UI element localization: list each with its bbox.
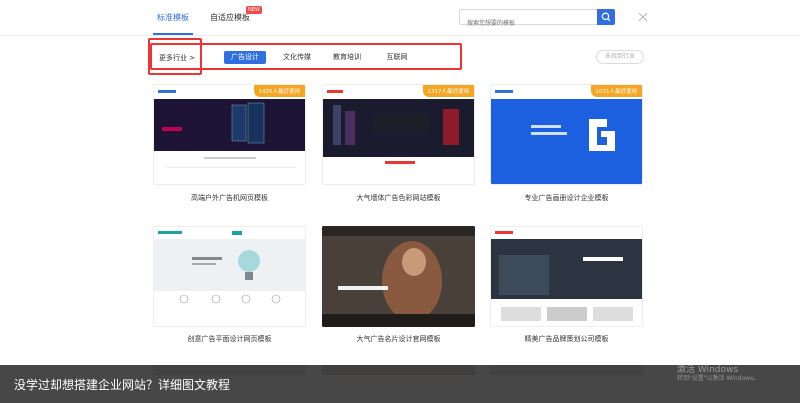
template-card[interactable] — [322, 226, 475, 327]
search-icon — [601, 12, 611, 22]
tab-standard[interactable]: 标准模板 — [157, 12, 189, 23]
chip-culture-media[interactable]: 文化传媒 — [277, 51, 317, 64]
search-input[interactable] — [460, 16, 597, 31]
card-caption[interactable]: 专业广告画册设计企业模板 — [490, 193, 643, 203]
unsorted-industry-button[interactable]: 未找到行业 — [596, 50, 644, 64]
template-card[interactable] — [153, 226, 306, 327]
template-thumbnail — [154, 85, 305, 184]
overlay-title: 没学过却想搭建企业网站？详细图文教程 — [14, 378, 231, 392]
template-card[interactable]: 1317人最近使用 — [322, 84, 475, 185]
close-icon — [638, 12, 648, 22]
usage-badge: 1425人最近使用 — [253, 85, 305, 97]
close-button[interactable] — [636, 9, 650, 23]
template-tabs: 标准模板 自适应模板 NEW — [0, 0, 800, 36]
activation-watermark-subtitle: 转到"设置"以激活 Windows。 — [677, 375, 760, 382]
chip-advertising-design[interactable]: 广告设计 — [224, 51, 266, 64]
chip-education[interactable]: 教育培训 — [326, 51, 368, 64]
template-thumbnail — [491, 227, 642, 326]
template-thumbnail — [322, 226, 475, 327]
chip-internet[interactable]: 互联网 — [378, 51, 416, 64]
search-button[interactable] — [597, 9, 615, 25]
template-thumbnail — [154, 227, 305, 304]
card-caption[interactable]: 精美广告品牌策划公司模板 — [490, 334, 643, 344]
template-card[interactable]: 1021人最近使用 — [490, 84, 643, 185]
more-industry-button[interactable]: 更多行业 > — [159, 53, 195, 63]
usage-badge: 1317人最近使用 — [422, 85, 474, 97]
new-badge: NEW — [246, 6, 262, 14]
active-tab-underline — [153, 33, 193, 35]
template-card[interactable]: 1425人最近使用 — [153, 84, 306, 185]
card-caption[interactable]: 大气广告名片设计官网模板 — [322, 334, 475, 344]
template-thumbnail — [491, 85, 642, 184]
card-caption[interactable]: 高端户外广告机网页模板 — [153, 193, 306, 203]
template-card[interactable] — [490, 226, 643, 327]
search-box — [459, 9, 597, 31]
template-thumbnail — [323, 85, 474, 184]
card-caption[interactable]: 大气墙体广告色彩网站模板 — [322, 193, 475, 203]
tab-responsive[interactable]: 自适应模板 — [210, 12, 250, 23]
usage-badge: 1021人最近使用 — [590, 85, 642, 97]
card-caption[interactable]: 创意广告平面设计网页模板 — [153, 334, 306, 344]
